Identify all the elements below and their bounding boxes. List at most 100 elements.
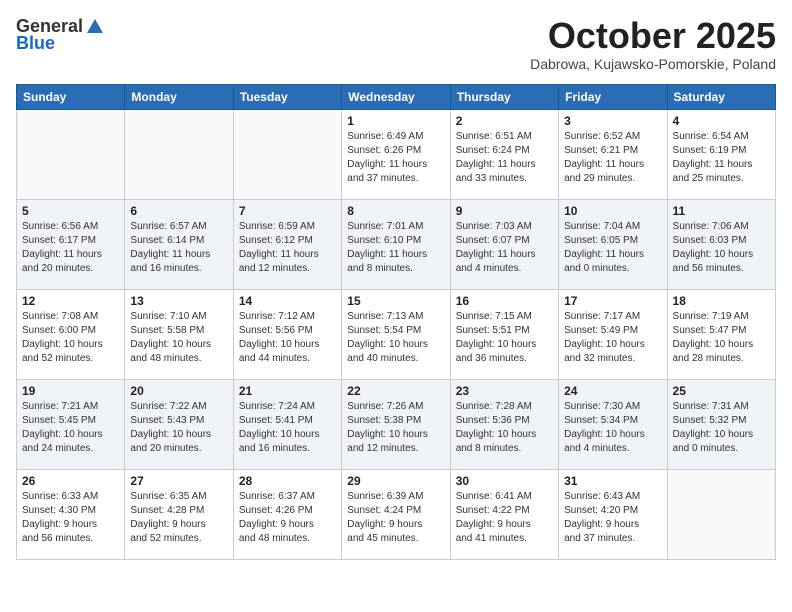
calendar-cell	[233, 109, 341, 199]
calendar-cell	[17, 109, 125, 199]
day-number: 14	[239, 294, 336, 308]
calendar-cell: 30 Sunrise: 6:41 AM Sunset: 4:22 PM Dayli…	[450, 469, 558, 559]
day-info: Sunrise: 6:59 AM Sunset: 6:12 PM Dayligh…	[239, 220, 336, 276]
calendar-header-wednesday: Wednesday	[342, 84, 450, 109]
day-info: Sunrise: 6:51 AM Sunset: 6:24 PM Dayligh…	[456, 130, 553, 186]
day-info: Sunrise: 6:52 AM Sunset: 6:21 PM Dayligh…	[564, 130, 661, 186]
day-info: Sunrise: 6:33 AM Sunset: 4:30 PM Dayligh…	[22, 490, 119, 546]
calendar-cell: 5 Sunrise: 6:56 AM Sunset: 6:17 PM Daylig…	[17, 199, 125, 289]
logo: General Blue	[16, 16, 105, 54]
logo-blue-text: Blue	[16, 33, 55, 54]
day-info: Sunrise: 7:31 AM Sunset: 5:32 PM Dayligh…	[673, 400, 770, 456]
day-number: 4	[673, 114, 770, 128]
calendar-cell: 17 Sunrise: 7:17 AM Sunset: 5:49 PM Dayli…	[559, 289, 667, 379]
calendar-cell: 3 Sunrise: 6:52 AM Sunset: 6:21 PM Daylig…	[559, 109, 667, 199]
day-number: 18	[673, 294, 770, 308]
calendar-header-friday: Friday	[559, 84, 667, 109]
day-number: 6	[130, 204, 227, 218]
day-info: Sunrise: 6:56 AM Sunset: 6:17 PM Dayligh…	[22, 220, 119, 276]
calendar-cell: 24 Sunrise: 7:30 AM Sunset: 5:34 PM Dayli…	[559, 379, 667, 469]
day-info: Sunrise: 7:15 AM Sunset: 5:51 PM Dayligh…	[456, 310, 553, 366]
logo-icon	[85, 17, 105, 37]
calendar-header-row: SundayMondayTuesdayWednesdayThursdayFrid…	[17, 84, 776, 109]
page-header: General Blue October 2025 Dabrowa, Kujaw…	[16, 16, 776, 72]
calendar-week-row: 19 Sunrise: 7:21 AM Sunset: 5:45 PM Dayli…	[17, 379, 776, 469]
calendar-cell	[125, 109, 233, 199]
calendar-cell: 16 Sunrise: 7:15 AM Sunset: 5:51 PM Dayli…	[450, 289, 558, 379]
calendar-cell: 23 Sunrise: 7:28 AM Sunset: 5:36 PM Dayli…	[450, 379, 558, 469]
day-info: Sunrise: 6:41 AM Sunset: 4:22 PM Dayligh…	[456, 490, 553, 546]
day-number: 3	[564, 114, 661, 128]
day-number: 29	[347, 474, 444, 488]
day-info: Sunrise: 7:08 AM Sunset: 6:00 PM Dayligh…	[22, 310, 119, 366]
day-number: 5	[22, 204, 119, 218]
calendar-cell: 6 Sunrise: 6:57 AM Sunset: 6:14 PM Daylig…	[125, 199, 233, 289]
calendar-cell: 28 Sunrise: 6:37 AM Sunset: 4:26 PM Dayli…	[233, 469, 341, 559]
day-number: 31	[564, 474, 661, 488]
calendar-cell: 31 Sunrise: 6:43 AM Sunset: 4:20 PM Dayli…	[559, 469, 667, 559]
calendar-table: SundayMondayTuesdayWednesdayThursdayFrid…	[16, 84, 776, 560]
day-info: Sunrise: 7:01 AM Sunset: 6:10 PM Dayligh…	[347, 220, 444, 276]
calendar-week-row: 12 Sunrise: 7:08 AM Sunset: 6:00 PM Dayli…	[17, 289, 776, 379]
calendar-header-monday: Monday	[125, 84, 233, 109]
calendar-cell: 2Sunrise: 6:51 AM Sunset: 6:24 PM Daylig…	[450, 109, 558, 199]
day-number: 23	[456, 384, 553, 398]
day-info: Sunrise: 7:17 AM Sunset: 5:49 PM Dayligh…	[564, 310, 661, 366]
day-info: Sunrise: 7:04 AM Sunset: 6:05 PM Dayligh…	[564, 220, 661, 276]
day-info: Sunrise: 6:54 AM Sunset: 6:19 PM Dayligh…	[673, 130, 770, 186]
day-info: Sunrise: 7:22 AM Sunset: 5:43 PM Dayligh…	[130, 400, 227, 456]
day-number: 10	[564, 204, 661, 218]
day-number: 8	[347, 204, 444, 218]
day-number: 28	[239, 474, 336, 488]
day-info: Sunrise: 7:12 AM Sunset: 5:56 PM Dayligh…	[239, 310, 336, 366]
day-number: 7	[239, 204, 336, 218]
calendar-cell: 4 Sunrise: 6:54 AM Sunset: 6:19 PM Daylig…	[667, 109, 775, 199]
day-number: 20	[130, 384, 227, 398]
day-info: Sunrise: 7:21 AM Sunset: 5:45 PM Dayligh…	[22, 400, 119, 456]
day-number: 27	[130, 474, 227, 488]
calendar-header-thursday: Thursday	[450, 84, 558, 109]
calendar-header-sunday: Sunday	[17, 84, 125, 109]
day-number: 30	[456, 474, 553, 488]
day-info: Sunrise: 6:39 AM Sunset: 4:24 PM Dayligh…	[347, 490, 444, 546]
calendar-cell: 13Sunrise: 7:10 AM Sunset: 5:58 PM Dayli…	[125, 289, 233, 379]
calendar-cell: 7 Sunrise: 6:59 AM Sunset: 6:12 PM Daylig…	[233, 199, 341, 289]
day-number: 17	[564, 294, 661, 308]
calendar-cell: 9 Sunrise: 7:03 AM Sunset: 6:07 PM Daylig…	[450, 199, 558, 289]
day-number: 15	[347, 294, 444, 308]
calendar-cell: 1Sunrise: 6:49 AM Sunset: 6:26 PM Daylig…	[342, 109, 450, 199]
day-number: 24	[564, 384, 661, 398]
day-info: Sunrise: 6:43 AM Sunset: 4:20 PM Dayligh…	[564, 490, 661, 546]
calendar-cell: 29 Sunrise: 6:39 AM Sunset: 4:24 PM Dayli…	[342, 469, 450, 559]
day-info: Sunrise: 7:28 AM Sunset: 5:36 PM Dayligh…	[456, 400, 553, 456]
calendar-cell: 14 Sunrise: 7:12 AM Sunset: 5:56 PM Dayli…	[233, 289, 341, 379]
month-title: October 2025	[530, 16, 776, 56]
calendar-header-tuesday: Tuesday	[233, 84, 341, 109]
day-number: 26	[22, 474, 119, 488]
location: Dabrowa, Kujawsko-Pomorskie, Poland	[530, 56, 776, 72]
day-info: Sunrise: 6:37 AM Sunset: 4:26 PM Dayligh…	[239, 490, 336, 546]
day-info: Sunrise: 7:13 AM Sunset: 5:54 PM Dayligh…	[347, 310, 444, 366]
calendar-cell	[667, 469, 775, 559]
day-number: 9	[456, 204, 553, 218]
day-number: 12	[22, 294, 119, 308]
day-number: 19	[22, 384, 119, 398]
day-info: Sunrise: 7:19 AM Sunset: 5:47 PM Dayligh…	[673, 310, 770, 366]
day-info: Sunrise: 7:26 AM Sunset: 5:38 PM Dayligh…	[347, 400, 444, 456]
calendar-cell: 15 Sunrise: 7:13 AM Sunset: 5:54 PM Dayli…	[342, 289, 450, 379]
calendar-cell: 11Sunrise: 7:06 AM Sunset: 6:03 PM Dayli…	[667, 199, 775, 289]
calendar-cell: 10 Sunrise: 7:04 AM Sunset: 6:05 PM Dayli…	[559, 199, 667, 289]
calendar-cell: 26 Sunrise: 6:33 AM Sunset: 4:30 PM Dayli…	[17, 469, 125, 559]
day-number: 25	[673, 384, 770, 398]
calendar-cell: 20 Sunrise: 7:22 AM Sunset: 5:43 PM Dayli…	[125, 379, 233, 469]
day-number: 16	[456, 294, 553, 308]
day-info: Sunrise: 6:57 AM Sunset: 6:14 PM Dayligh…	[130, 220, 227, 276]
day-number: 22	[347, 384, 444, 398]
day-number: 21	[239, 384, 336, 398]
day-info: Sunrise: 7:30 AM Sunset: 5:34 PM Dayligh…	[564, 400, 661, 456]
calendar-cell: 22 Sunrise: 7:26 AM Sunset: 5:38 PM Dayli…	[342, 379, 450, 469]
calendar-week-row: 5 Sunrise: 6:56 AM Sunset: 6:17 PM Daylig…	[17, 199, 776, 289]
day-info: Sunrise: 7:06 AM Sunset: 6:03 PM Dayligh…	[673, 220, 770, 276]
day-info: Sunrise: 7:03 AM Sunset: 6:07 PM Dayligh…	[456, 220, 553, 276]
calendar-cell: 27Sunrise: 6:35 AM Sunset: 4:28 PM Dayli…	[125, 469, 233, 559]
